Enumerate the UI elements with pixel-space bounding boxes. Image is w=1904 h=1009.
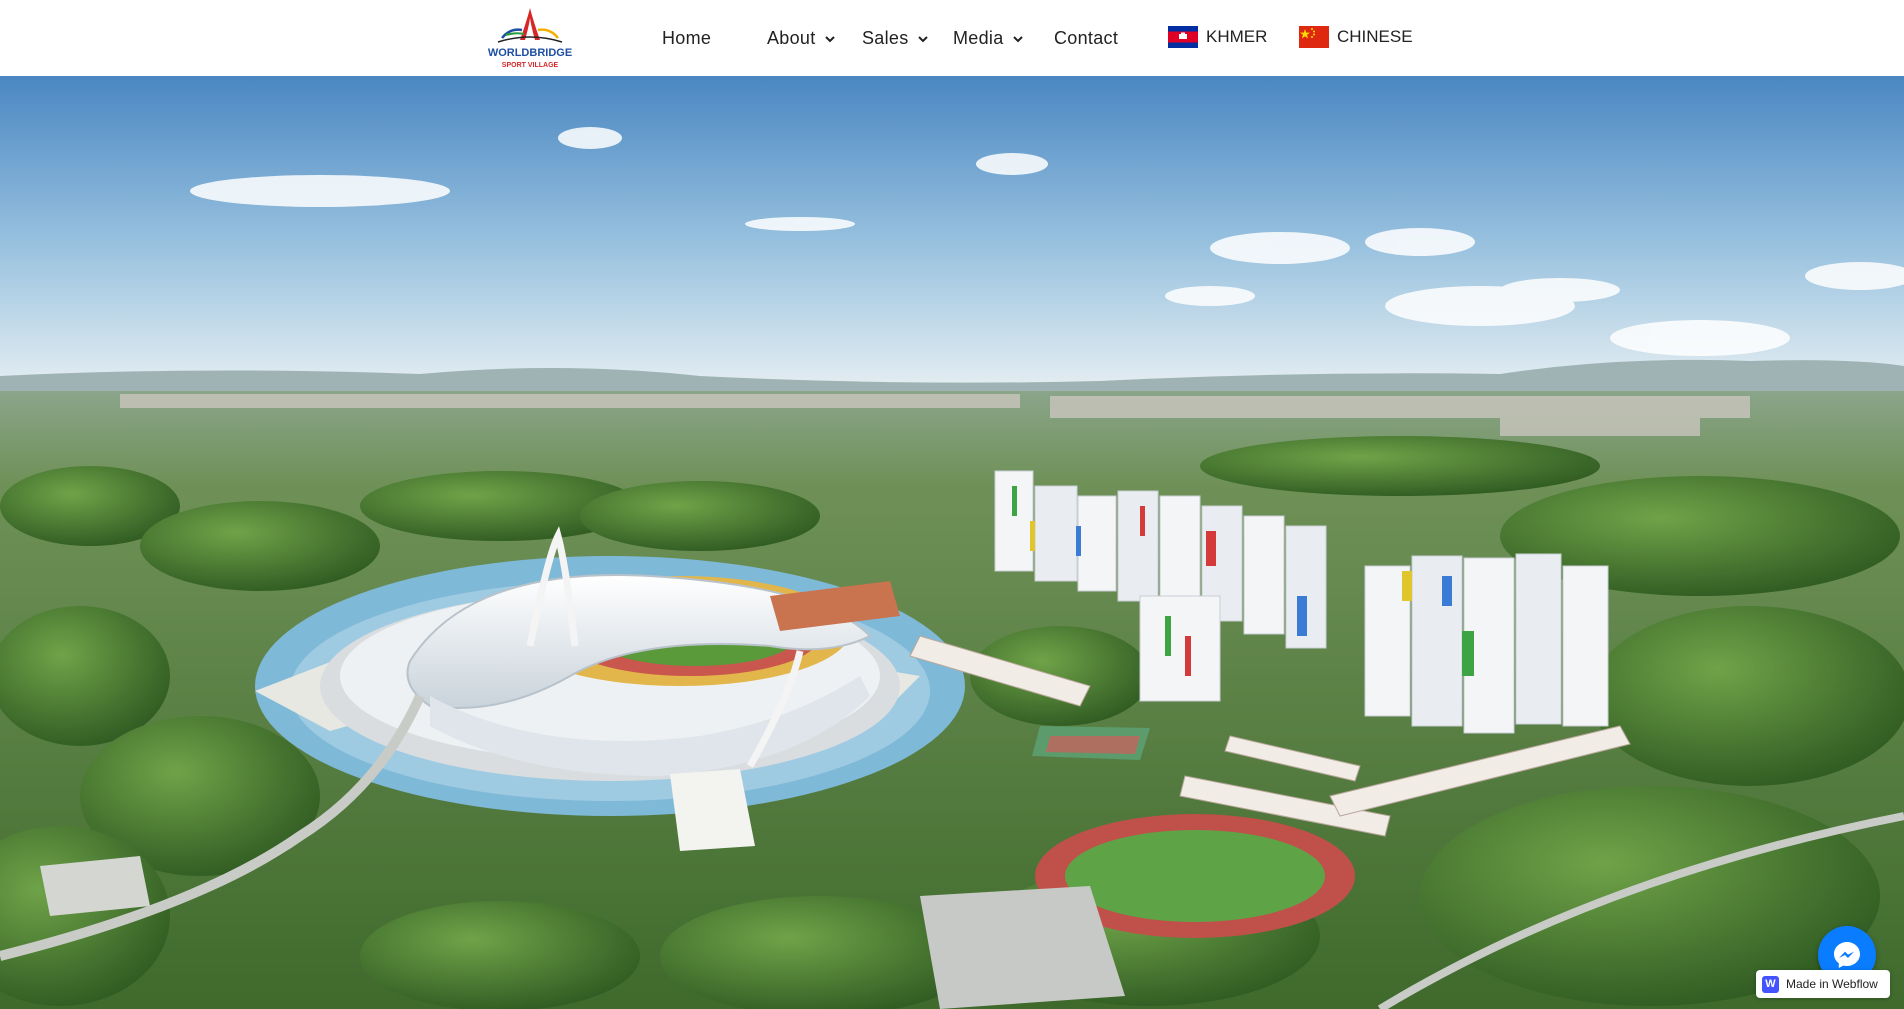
made-in-webflow-label: Made in Webflow <box>1786 977 1878 991</box>
chevron-down-icon <box>824 35 835 42</box>
nav-contact-label: Contact <box>1054 28 1119 48</box>
logo-subtitle: SPORT VILLAGE <box>502 62 559 69</box>
made-in-webflow-badge[interactable]: W Made in Webflow <box>1756 970 1890 998</box>
nav-contact[interactable]: Contact <box>1054 28 1118 49</box>
china-flag-icon <box>1299 26 1329 48</box>
language-chinese[interactable]: CHINESE <box>1299 26 1413 48</box>
messenger-icon <box>1834 942 1860 968</box>
chevron-down-icon <box>1012 35 1023 42</box>
hero-aerial-image <box>0 76 1904 1009</box>
language-chinese-label: CHINESE <box>1337 27 1413 46</box>
language-khmer[interactable]: KHMER <box>1168 26 1267 48</box>
top-navigation-bar: WORLDBRIDGE SPORT VILLAGE Home About Sal… <box>0 0 1904 77</box>
cambodia-flag-icon <box>1168 26 1198 48</box>
nav-about-dropdown[interactable]: About <box>767 28 836 49</box>
chevron-down-icon <box>917 35 928 42</box>
language-khmer-label: KHMER <box>1206 27 1268 46</box>
nav-sales-dropdown[interactable]: Sales <box>862 28 929 49</box>
worldbridge-logo[interactable]: WORLDBRIDGE SPORT VILLAGE <box>480 6 580 72</box>
logo-title: WORLDBRIDGE <box>488 47 572 59</box>
nav-media-label: Media <box>953 28 1004 48</box>
nav-home-label: Home <box>662 28 712 48</box>
nav-media-dropdown[interactable]: Media <box>953 28 1024 49</box>
nav-sales-label: Sales <box>862 28 909 48</box>
nav-about-label: About <box>767 28 816 48</box>
nav-home[interactable]: Home <box>662 28 711 49</box>
webflow-icon: W <box>1762 975 1779 993</box>
